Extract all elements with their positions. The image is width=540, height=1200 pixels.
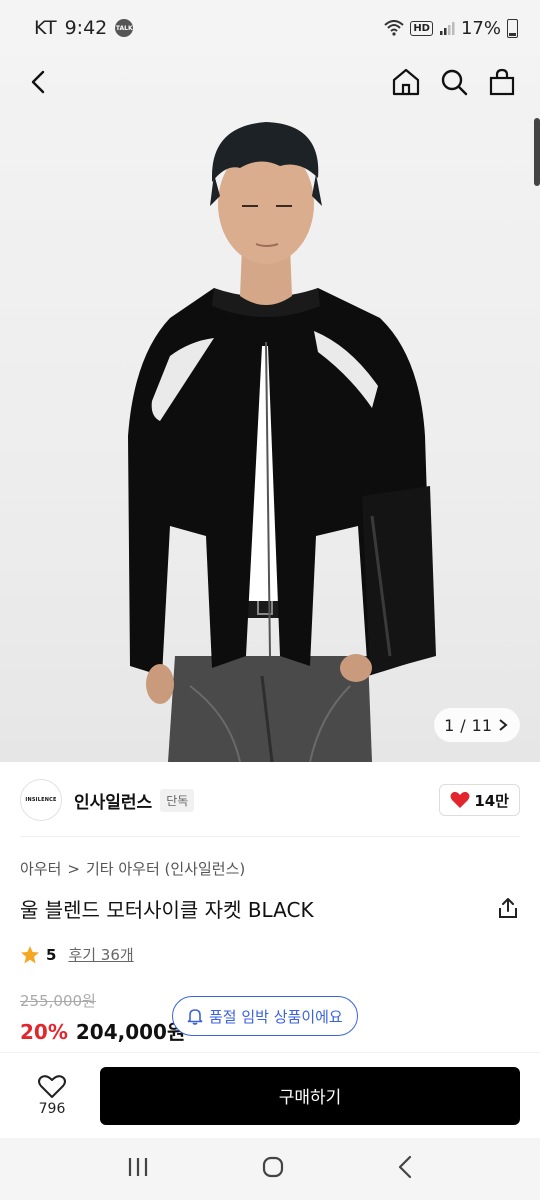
talk-notification-icon: TALK (115, 19, 134, 37)
recent-apps-icon (128, 1158, 147, 1176)
breadcrumb-item[interactable]: 아우터 (20, 858, 61, 879)
gallery-separator: / (460, 715, 466, 735)
status-bar: KT 9:42 TALK HD 17% (0, 0, 540, 56)
model-photo (128, 122, 436, 762)
recent-apps-button[interactable] (126, 1156, 150, 1182)
status-left: KT 9:42 TALK (34, 17, 134, 39)
system-back-button[interactable] (396, 1155, 414, 1183)
brand-name[interactable]: 인사일런스 (74, 788, 152, 813)
home-button[interactable] (390, 66, 422, 98)
gallery-current: 1 (444, 715, 455, 735)
battery-percent: 17% (460, 17, 501, 39)
discount-rate: 20% (20, 1020, 68, 1044)
signal-icon (439, 22, 455, 35)
scrollbar[interactable] (534, 118, 540, 186)
chevron-left-icon (31, 70, 45, 94)
breadcrumb-item[interactable]: 기타 아우터 (인사일런스) (86, 858, 245, 879)
hd-voice-icon: HD (410, 20, 433, 36)
product-title: 울 블렌드 모터사이클 자켓 BLACK (20, 898, 314, 922)
wifi-icon (384, 20, 404, 36)
breadcrumb: 아우터 > 기타 아우터 (인사일런스) (20, 858, 245, 879)
brand-like-button[interactable]: 14만 (439, 784, 520, 816)
bell-icon (187, 1009, 203, 1025)
rating-row: 5 후기 36개 (20, 944, 134, 965)
home-nav-button[interactable] (261, 1155, 285, 1183)
search-icon (441, 69, 468, 96)
soldout-notice: 품절 임박 상품이에요 (172, 996, 358, 1036)
heart-filled-icon (450, 791, 470, 808)
home-icon (392, 68, 420, 96)
brand-like-count: 14만 (474, 791, 509, 810)
buy-button[interactable]: 구매하기 (100, 1066, 520, 1125)
wish-count: 796 (38, 1100, 66, 1117)
purchase-bar: 796 구매하기 (0, 1052, 540, 1138)
review-link[interactable]: 후기 36개 (68, 944, 133, 965)
sale-price: 204,000원 (75, 1020, 186, 1044)
carrier-label: KT (34, 17, 57, 39)
share-button[interactable] (496, 896, 520, 920)
divider (20, 836, 520, 837)
shopping-bag-icon (489, 68, 515, 96)
breadcrumb-separator: > (67, 859, 80, 878)
price-row: 20% 204,000원 (20, 1016, 185, 1045)
star-icon (21, 945, 39, 963)
battery-icon (507, 18, 518, 38)
heart-outline-icon (38, 1074, 66, 1098)
soldout-notice-text: 품절 임박 상품이에요 (209, 1007, 343, 1026)
nav-actions (390, 66, 518, 98)
brand-row: INSILENCE 인사일런스 단독 14만 (20, 776, 520, 824)
back-arrow-icon (399, 1155, 412, 1179)
back-button[interactable] (22, 66, 54, 98)
top-nav (0, 56, 540, 108)
gallery-total: 11 (471, 715, 492, 735)
original-price: 255,000원 (20, 992, 96, 1010)
exclusive-badge: 단독 (160, 788, 195, 812)
wish-button[interactable]: 796 (20, 1074, 84, 1117)
home-circle-icon (262, 1156, 284, 1178)
clock: 9:42 (64, 17, 108, 39)
system-nav-bar (0, 1138, 540, 1200)
share-icon (499, 898, 517, 918)
gallery-counter[interactable]: 1 / 11 (434, 708, 520, 742)
cart-button[interactable] (486, 66, 518, 98)
chevron-right-icon (499, 719, 508, 731)
rating-score: 5 (46, 945, 57, 964)
product-image[interactable] (0, 56, 540, 762)
search-button[interactable] (438, 66, 470, 98)
status-right: HD 17% (384, 18, 518, 39)
brand-logo[interactable]: INSILENCE (20, 779, 62, 821)
